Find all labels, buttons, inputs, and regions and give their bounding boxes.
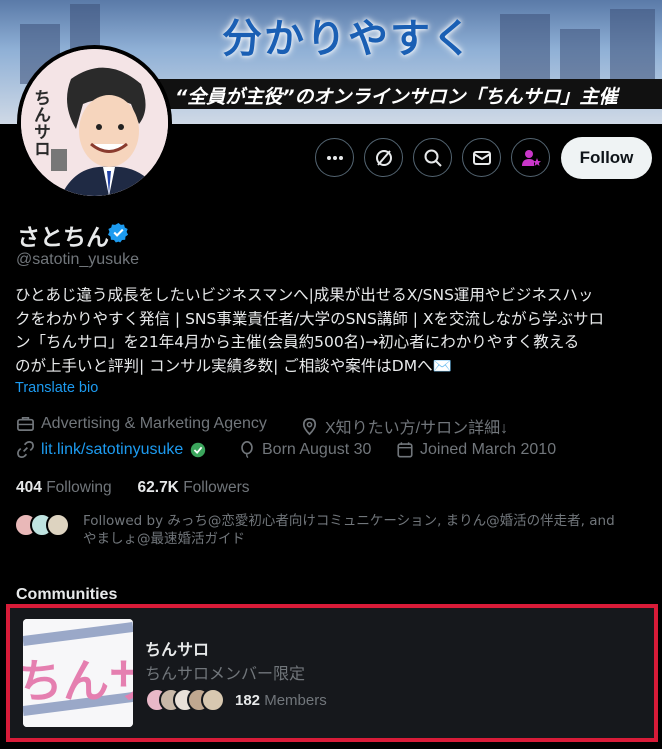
community-description: ちんサロメンバー限定 xyxy=(145,664,306,683)
community-name: ちんサロ xyxy=(145,640,210,659)
link-icon xyxy=(17,441,34,458)
banner-subtitle: “全員が主役”のオンラインサロン「ちんサロ」主催 xyxy=(175,86,618,108)
community-card[interactable]: ちんサ ちんサロ ちんサロメンバー限定 182 Members xyxy=(6,604,658,742)
birthday-text: Born August 30 xyxy=(262,440,372,458)
avatar-label: ちんサロ xyxy=(30,89,50,157)
community-thumb-text: ちんサ xyxy=(23,654,133,708)
community-member-avatars xyxy=(145,688,225,712)
category-text: Advertising & Marketing Agency xyxy=(41,414,267,432)
followers-link[interactable]: 62.7K Followers xyxy=(138,479,250,496)
profile-bio: ひとあじ違う成長をしたいビジネスマンへ|成果が出せるX/SNS運用やビジネスハッ… xyxy=(15,284,655,378)
bio-line: ン「ちんサロ」を21年4月から主催(会員約500名)→初心者にわかりやすく教える xyxy=(15,333,580,351)
following-link[interactable]: 404 Following xyxy=(16,479,112,496)
verified-badge-icon[interactable] xyxy=(108,222,129,243)
profile-website[interactable]: lit.link/satotinyusuke xyxy=(16,440,207,459)
followed-by-text[interactable]: Followed by みっち@恋愛初心者向けコミュニケーション, まりん@婚活… xyxy=(83,512,653,548)
person-star-icon xyxy=(521,149,541,166)
bio-line: クをわかりやすく発信 | SNS事業責任者/大学のSNS講師 | Xを交流しなが… xyxy=(15,309,605,328)
grok-icon xyxy=(375,149,392,166)
subscribe-button[interactable] xyxy=(511,138,550,177)
search-button[interactable] xyxy=(413,138,452,177)
mail-icon xyxy=(472,150,491,165)
avatar xyxy=(201,688,225,712)
follow-stats: 404 Following 62.7K Followers xyxy=(16,479,250,497)
website-link[interactable]: lit.link/satotinyusuke xyxy=(41,441,183,459)
calendar-icon xyxy=(397,442,413,458)
profile-joined: Joined March 2010 xyxy=(396,440,556,459)
message-button[interactable] xyxy=(462,138,501,177)
grok-button[interactable] xyxy=(364,138,403,177)
profile-name: さとちん xyxy=(17,225,109,251)
banner-title: 分かりやすく xyxy=(222,16,474,62)
profile-birthday: Born August 30 xyxy=(238,440,371,459)
communities-heading: Communities xyxy=(16,586,118,603)
balloon-icon xyxy=(241,441,253,459)
community-thumbnail: ちんサ xyxy=(23,619,133,727)
location-text: X知りたい方/サロン詳細↓ xyxy=(325,420,509,437)
more-horizontal-icon xyxy=(326,155,343,160)
briefcase-icon xyxy=(17,416,34,432)
profile-category: Advertising & Marketing Agency xyxy=(16,414,267,433)
bio-line: のが上手いと評判| コンサル実績多数| ご相談や案件はDMへ✉️ xyxy=(15,356,452,375)
translate-bio-link[interactable]: Translate bio xyxy=(15,380,98,396)
joined-text: Joined March 2010 xyxy=(420,440,557,458)
bio-line: ひとあじ違う成長をしたいビジネスマンへ|成果が出せるX/SNS運用やビジネスハッ xyxy=(15,286,594,304)
community-member-count: 182 Members xyxy=(235,692,327,709)
location-pin-icon xyxy=(302,417,317,435)
followed-by-avatars[interactable] xyxy=(14,513,74,537)
avatar xyxy=(46,513,70,537)
avatar[interactable]: ちんサロ xyxy=(17,45,172,200)
search-icon xyxy=(424,149,442,167)
verified-link-icon xyxy=(191,442,206,457)
profile-handle: @satotin_yusuke xyxy=(16,251,139,268)
profile-location: X知りたい方/サロン詳細↓ xyxy=(300,414,508,438)
more-button[interactable] xyxy=(315,138,354,177)
follow-button[interactable]: Follow xyxy=(561,137,652,179)
